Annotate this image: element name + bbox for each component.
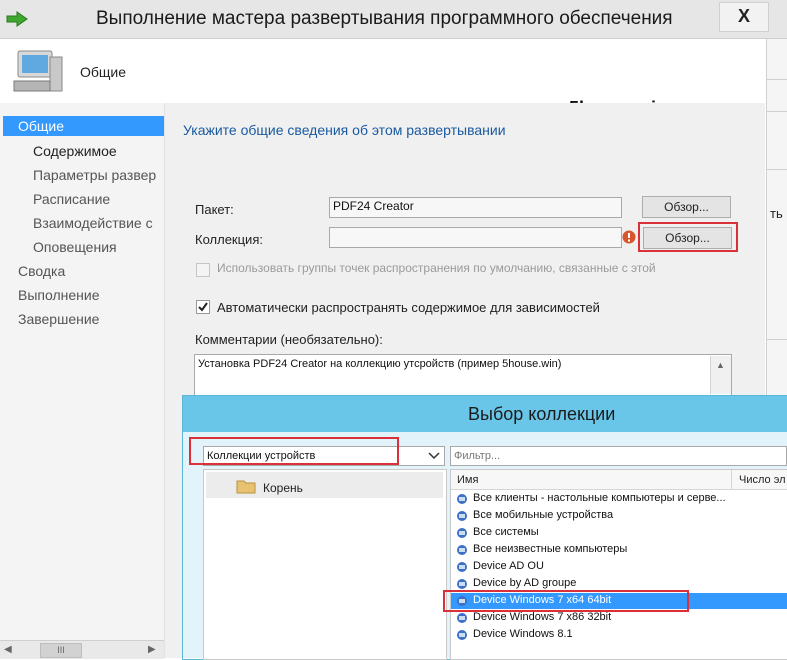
nav-item-user-experience[interactable]: Взаимодействие с (33, 215, 153, 231)
column-name[interactable]: Имя (457, 474, 478, 486)
folder-icon (236, 480, 256, 494)
column-divider[interactable] (731, 470, 732, 489)
collection-type-highlight-box (189, 437, 399, 465)
collection-icon (457, 528, 467, 538)
nav-item-schedule[interactable]: Расписание (33, 191, 110, 207)
list-item[interactable]: Все неизвестные компьютеры (473, 543, 627, 555)
window-title: Выполнение мастера развертывания програм… (96, 8, 673, 29)
collection-icon (457, 613, 467, 623)
use-groups-checkbox[interactable] (196, 263, 210, 277)
filter-input[interactable]: Фильтр... (450, 446, 787, 466)
list-item[interactable]: Все клиенты - настольные компьютеры и се… (473, 492, 726, 504)
nav-item-progress[interactable]: Выполнение (18, 287, 99, 303)
list-header (451, 470, 787, 490)
comments-scrollbar[interactable]: ▲ (710, 356, 731, 394)
nav-horizontal-scrollbar[interactable]: ◀ III ▶ (0, 640, 164, 659)
auto-distribute-label: Автоматически распространять содержимое … (217, 300, 600, 315)
list-item[interactable]: Device AD OU (473, 560, 544, 572)
nav-item-completion[interactable]: Завершение (18, 311, 99, 327)
column-count[interactable]: Число эл (739, 474, 785, 486)
list-item[interactable]: Device by AD groupe (473, 577, 576, 589)
error-icon (622, 230, 636, 244)
nav-item-content[interactable]: Содержимое (33, 143, 117, 159)
chevron-down-icon[interactable] (428, 451, 440, 461)
wizard-nav (0, 103, 165, 658)
dialog-title: Выбор коллекции (468, 404, 616, 424)
nav-item-general[interactable]: Общие (18, 118, 64, 134)
scroll-left-icon[interactable]: ◀ (4, 644, 12, 655)
package-field[interactable]: PDF24 Creator (329, 197, 622, 218)
list-item[interactable]: Все системы (473, 526, 539, 538)
computer-icon (13, 50, 63, 92)
list-item[interactable]: Device Windows 7 x86 32bit (473, 611, 611, 623)
list-item[interactable]: Все мобильные устройства (473, 509, 613, 521)
collection-icon (457, 630, 467, 640)
collection-icon (457, 511, 467, 521)
collection-icon (457, 579, 467, 589)
selected-item-highlight-box (443, 590, 689, 612)
close-button[interactable]: X (719, 2, 769, 32)
scroll-thumb[interactable]: III (40, 643, 82, 658)
green-arrow-icon (6, 11, 28, 27)
nav-item-summary[interactable]: Сводка (18, 263, 65, 279)
checkmark-icon (198, 302, 208, 312)
auto-distribute-checkbox[interactable] (196, 300, 210, 314)
collection-field[interactable] (329, 227, 622, 248)
tree-node-root-label: Корень (263, 481, 303, 495)
wizard-window: Выполнение мастера развертывания програм… (0, 0, 787, 660)
page-header-title: Общие (80, 64, 127, 80)
background-partial-text: ть (770, 206, 783, 221)
use-groups-label: Использовать группы точек распространени… (217, 261, 656, 275)
scroll-right-icon[interactable]: ▶ (148, 644, 156, 655)
comments-field[interactable]: Установка PDF24 Creator на коллекцию утс… (194, 354, 732, 396)
comments-label: Комментарии (необязательно): (195, 332, 383, 347)
browse-highlight-box (638, 222, 738, 252)
collection-icon (457, 545, 467, 555)
collection-icon (457, 494, 467, 504)
collection-label: Коллекция: (195, 232, 263, 247)
nav-item-deployment-settings[interactable]: Параметры развер (33, 167, 156, 183)
page-heading: Укажите общие сведения об этом развертыв… (183, 122, 506, 138)
scroll-up-icon[interactable]: ▲ (716, 360, 725, 370)
package-label: Пакет: (195, 202, 234, 217)
list-item[interactable]: Device Windows 8.1 (473, 628, 573, 640)
package-browse-button[interactable]: Обзор... (642, 196, 731, 218)
collection-icon (457, 562, 467, 572)
nav-item-alerts[interactable]: Оповещения (33, 239, 117, 255)
